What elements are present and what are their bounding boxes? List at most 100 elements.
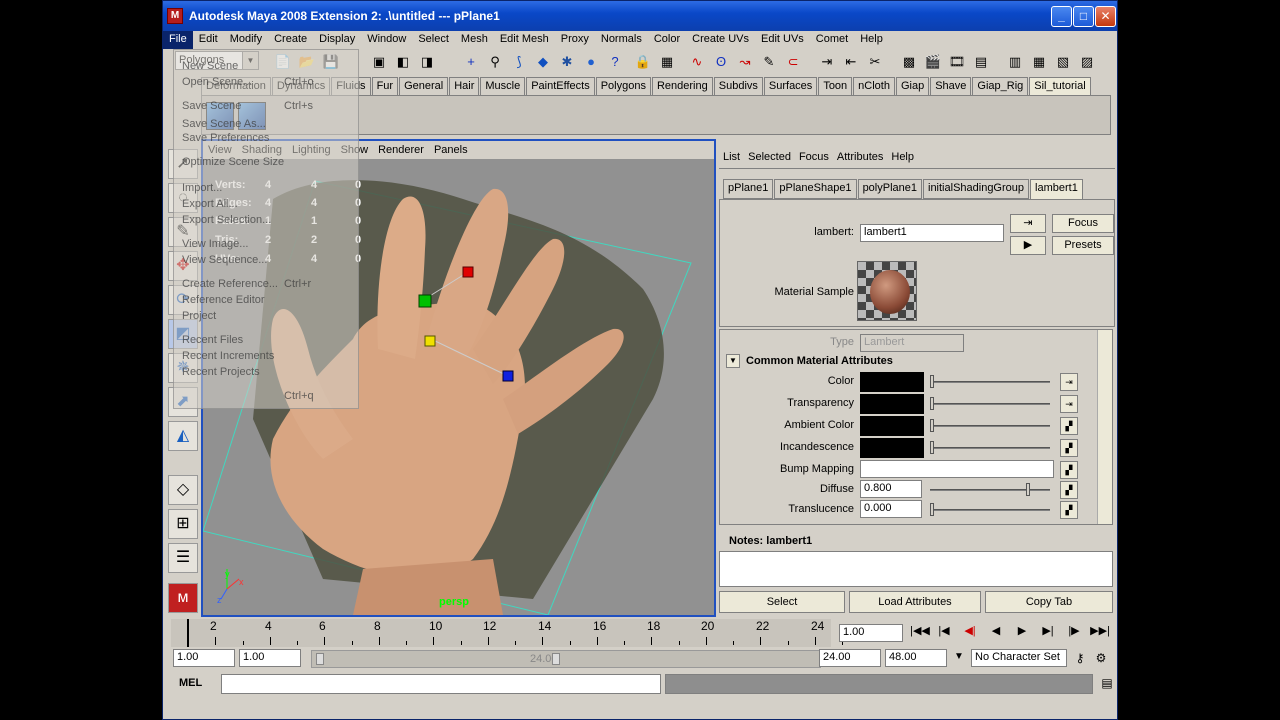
viewport-canvas[interactable]: Verts: 4 4 0 Edges: 4 4 0 Faces: 1 1 0 Tris: 2 2 0 U…: [203, 159, 714, 615]
ambient-color-slider[interactable]: [930, 425, 1050, 427]
menu-help[interactable]: Help: [854, 31, 889, 49]
transparency-slider[interactable]: [930, 403, 1050, 405]
layer-editor-toggle-icon[interactable]: ▨: [1077, 52, 1097, 72]
mel-label[interactable]: MEL: [179, 677, 202, 689]
viewport-menu-shading[interactable]: Shading: [237, 141, 287, 159]
chevron-down-icon[interactable]: ▼: [242, 52, 258, 69]
input-ops-icon[interactable]: ⇥: [817, 52, 837, 72]
shelf-tab-fluids[interactable]: Fluids: [331, 77, 371, 95]
shelf-tab-polygons[interactable]: Polygons: [595, 77, 651, 95]
ae-tab-pplane1[interactable]: pPlane1: [723, 179, 774, 199]
menu-window[interactable]: Window: [361, 31, 412, 49]
shelf-tab-surfaces[interactable]: Surfaces: [763, 77, 818, 95]
go-to-end-icon[interactable]: ▶▶|: [1089, 621, 1111, 641]
shelf-tab-shave[interactable]: Shave: [930, 77, 972, 95]
menu-set-select[interactable]: Polygons ▼: [175, 51, 259, 70]
make-live-icon[interactable]: ✎: [759, 52, 779, 72]
outliner-layout-icon[interactable]: ☰: [168, 543, 198, 573]
ae-menu-selected[interactable]: Selected: [744, 151, 795, 168]
paint-select-tool-icon[interactable]: ✎: [168, 217, 198, 247]
shelf-tab-dynamics[interactable]: Dynamics: [271, 77, 331, 95]
menu-proxy[interactable]: Proxy: [555, 31, 595, 49]
open-scene-icon[interactable]: 📂: [297, 52, 317, 72]
diffuse-field[interactable]: 0.800: [860, 480, 922, 498]
map-button-icon[interactable]: ⇥: [1060, 373, 1078, 391]
map-button-icon[interactable]: ▞: [1060, 481, 1078, 499]
ae-tab-pplaneshape1[interactable]: pPlaneShape1: [774, 179, 857, 199]
menu-display[interactable]: Display: [313, 31, 361, 49]
surface-mask-icon[interactable]: ◆: [533, 52, 553, 72]
manipulator-blue-handle[interactable]: [502, 370, 514, 382]
time-slider[interactable]: 2 4 6 8 10 12 14 16 18 20 22 24: [171, 619, 843, 647]
shelf-cube-textured-icon[interactable]: [238, 102, 266, 130]
shelf-tab-ncloth[interactable]: nCloth: [853, 77, 895, 95]
lasso-tool-icon[interactable]: ◌: [168, 183, 198, 213]
single-pane-layout-icon[interactable]: ◇: [168, 475, 198, 505]
range-end-handle[interactable]: [552, 653, 560, 665]
presets-button[interactable]: Presets: [1052, 236, 1114, 255]
snap-plane-icon[interactable]: ↝: [735, 52, 755, 72]
last-tool-icon[interactable]: ◭: [168, 421, 198, 451]
viewport-menu-lighting[interactable]: Lighting: [287, 141, 336, 159]
ae-menu-attributes[interactable]: Attributes: [833, 151, 887, 168]
pick-mask-icon[interactable]: +: [461, 52, 481, 72]
animation-start-field[interactable]: 1.00: [173, 649, 235, 667]
ae-menu-focus[interactable]: Focus: [795, 151, 833, 168]
command-input[interactable]: [221, 674, 661, 694]
four-pane-layout-icon[interactable]: ⊞: [168, 509, 198, 539]
select-component-icon[interactable]: ◨: [417, 52, 437, 72]
animation-end-field[interactable]: 48.00: [885, 649, 947, 667]
move-tool-icon[interactable]: ✥: [168, 251, 198, 281]
current-frame-field[interactable]: 1.00: [839, 624, 903, 642]
auto-key-icon[interactable]: ⚷: [1071, 651, 1089, 667]
joint-mask-icon[interactable]: ⚲: [485, 52, 505, 72]
viewport-menu-show[interactable]: Show: [336, 141, 374, 159]
select-hierarchy-icon[interactable]: ▣: [369, 52, 389, 72]
output-ops-icon[interactable]: ⇤: [841, 52, 861, 72]
section-collapse-icon[interactable]: ▼: [726, 354, 740, 368]
shelf-tab-giap-rig[interactable]: Giap_Rig: [972, 77, 1029, 95]
transparency-swatch[interactable]: [860, 394, 924, 414]
notes-textarea[interactable]: [719, 551, 1113, 587]
construction-history-icon[interactable]: ✂: [865, 52, 885, 72]
snap-point-icon[interactable]: ʘ: [711, 52, 731, 72]
shelf-tab-deformation[interactable]: Deformation: [201, 77, 271, 95]
character-set-dropdown-icon[interactable]: ▼: [951, 651, 967, 667]
menu-create-uvs[interactable]: Create UVs: [686, 31, 755, 49]
menu-color[interactable]: Color: [648, 31, 686, 49]
render-view-icon[interactable]: ▩: [899, 52, 919, 72]
shelf-tab-rendering[interactable]: Rendering: [651, 77, 713, 95]
translucence-field[interactable]: 0.000: [860, 500, 922, 518]
maya-icon[interactable]: M: [167, 8, 183, 24]
menu-normals[interactable]: Normals: [595, 31, 648, 49]
shelf-tab-toon[interactable]: Toon: [818, 77, 853, 95]
slider-knob[interactable]: [930, 503, 934, 516]
ae-tab-lambert1[interactable]: lambert1: [1030, 179, 1083, 199]
slider-knob[interactable]: [930, 419, 934, 432]
bump-mapping-field[interactable]: [860, 460, 1054, 478]
playback-start-field[interactable]: 1.00: [239, 649, 301, 667]
snap-curve-icon[interactable]: ∿: [687, 52, 707, 72]
shelf-tab-giap[interactable]: Giap: [895, 77, 930, 95]
select-tool-icon[interactable]: ➚: [168, 149, 198, 179]
viewport-menu-renderer[interactable]: Renderer: [373, 141, 429, 159]
magnet-icon[interactable]: ⊂: [783, 52, 803, 72]
node-name-field[interactable]: lambert1: [860, 224, 1004, 242]
slider-knob[interactable]: [930, 375, 934, 388]
viewport-menu-panels[interactable]: Panels: [429, 141, 473, 159]
output-connections-icon[interactable]: ▶: [1010, 236, 1046, 255]
menu-edit-uvs[interactable]: Edit UVs: [755, 31, 810, 49]
color-swatch[interactable]: [860, 372, 924, 392]
map-button-icon[interactable]: ▞: [1060, 439, 1078, 457]
save-scene-icon[interactable]: 💾: [321, 52, 341, 72]
select-object-icon[interactable]: ◧: [393, 52, 413, 72]
incandescence-slider[interactable]: [930, 447, 1050, 449]
ae-tab-initialshadinggroup[interactable]: initialShadingGroup: [923, 179, 1030, 199]
slider-knob[interactable]: [930, 397, 934, 410]
playback-end-field[interactable]: 24.00: [819, 649, 881, 667]
diffuse-slider[interactable]: [930, 489, 1050, 491]
step-forward-key-icon[interactable]: |▶: [1063, 621, 1085, 641]
shelf-tab-painteffects[interactable]: PaintEffects: [526, 77, 595, 95]
perspective-viewport[interactable]: View Shading Lighting Show Renderer Pane…: [201, 139, 716, 617]
dynamics-mask-icon[interactable]: ●: [581, 52, 601, 72]
